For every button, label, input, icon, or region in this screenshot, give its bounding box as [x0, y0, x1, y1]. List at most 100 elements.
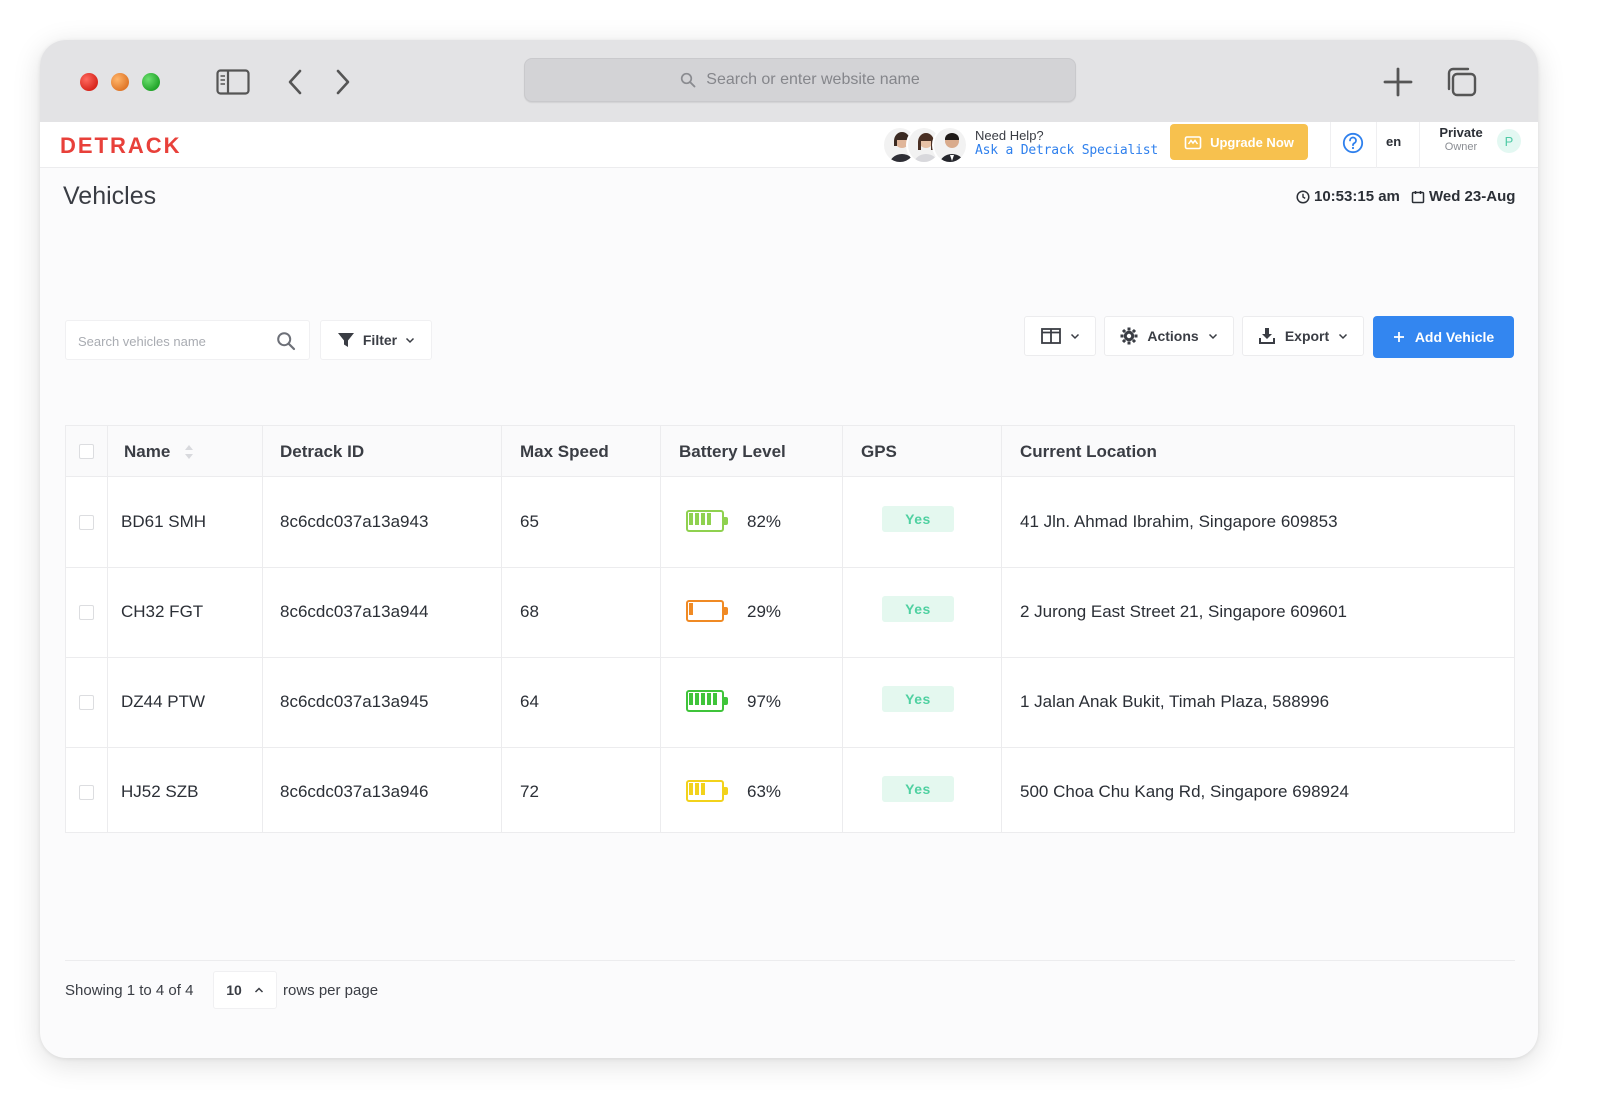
column-header-max-speed[interactable]: Max Speed [520, 442, 609, 462]
column-header-gps[interactable]: GPS [861, 442, 897, 462]
table-header: Name Detrack ID Max Speed Battery Level … [66, 426, 1514, 477]
filter-label: Filter [362, 332, 398, 348]
user-avatar[interactable]: P [1497, 129, 1521, 153]
chevron-down-icon [1070, 333, 1079, 340]
specialist-avatar [932, 126, 968, 164]
chevron-down-icon [406, 337, 415, 344]
table-row[interactable]: BD61 SMH 8c6cdc037a13a943 65 82% Yes 41 … [66, 478, 1514, 568]
user-role: Owner [1444, 141, 1478, 153]
row-checkbox[interactable] [79, 605, 94, 620]
battery-icon [686, 600, 728, 622]
zoom-window-button[interactable] [142, 73, 160, 91]
chevron-up-icon [254, 987, 263, 993]
column-header-name[interactable]: Name [124, 442, 194, 462]
header-divider [1376, 122, 1377, 168]
vehicle-name: CH32 FGT [121, 602, 204, 621]
filter-icon [337, 333, 354, 347]
vehicle-search-input[interactable] [78, 329, 268, 353]
gear-icon [1120, 327, 1138, 345]
battery-segment [689, 783, 693, 795]
max-speed: 65 [520, 512, 539, 531]
current-location: 500 Choa Chu Kang Rd, Singapore 698924 [1020, 782, 1349, 801]
max-speed: 72 [520, 782, 539, 801]
help-circle-icon[interactable] [1342, 132, 1364, 154]
help-question: Need Help? [975, 128, 1044, 143]
battery-icon [686, 780, 728, 802]
add-vehicle-label: Add Vehicle [1414, 329, 1495, 345]
actions-label: Actions [1147, 328, 1199, 344]
columns-icon [1040, 328, 1061, 344]
rows-per-page-label: rows per page [283, 982, 379, 999]
pagination-summary: Showing 1 to 4 of 4 [65, 982, 194, 999]
battery-segment [695, 783, 699, 795]
vehicles-table: Name Detrack ID Max Speed Battery Level … [65, 425, 1515, 833]
battery-segment [689, 693, 693, 705]
clock-icon [1296, 189, 1310, 204]
address-bar[interactable]: Search or enter website name [524, 58, 1076, 102]
row-checkbox[interactable] [79, 695, 94, 710]
battery-segment [701, 693, 705, 705]
search-icon [681, 72, 696, 88]
sidebar-toggle-icon[interactable] [215, 66, 251, 98]
close-window-button[interactable] [80, 73, 98, 91]
export-label: Export [1284, 328, 1330, 344]
filter-button[interactable]: Filter [320, 320, 432, 360]
browser-toolbar: Search or enter website name [40, 40, 1538, 122]
export-button[interactable]: Export [1242, 316, 1364, 356]
header-divider [1419, 122, 1420, 168]
gps-status-badge: Yes [882, 776, 954, 802]
column-header-current-location[interactable]: Current Location [1020, 442, 1157, 462]
browser-window: Search or enter website name DETRACK Nee… [40, 40, 1538, 1058]
table-row[interactable]: CH32 FGT 8c6cdc037a13a944 68 29% Yes 2 J… [66, 568, 1514, 658]
detrack-logo[interactable]: DETRACK [60, 133, 212, 161]
add-vehicle-button[interactable]: Add Vehicle [1373, 316, 1514, 358]
battery-percent: 63% [747, 782, 782, 801]
app-header: DETRACK Need Help? Ask a Detrack Special… [40, 122, 1538, 168]
header-divider [1330, 122, 1331, 168]
actions-button[interactable]: Actions [1104, 316, 1234, 356]
back-icon[interactable] [284, 66, 306, 98]
battery-percent: 29% [747, 602, 782, 621]
vehicle-name: DZ44 PTW [121, 692, 206, 711]
select-all-checkbox[interactable] [79, 444, 94, 459]
user-name: Private [1439, 125, 1483, 140]
plus-icon [1393, 332, 1404, 342]
column-header-battery-level[interactable]: Battery Level [679, 442, 786, 462]
sort-icon[interactable] [184, 443, 194, 461]
battery-icon [686, 690, 728, 712]
battery-segment [707, 693, 711, 705]
search-icon[interactable] [276, 331, 296, 356]
calendar-icon [1411, 190, 1425, 203]
specialist-avatars [882, 126, 968, 164]
detrack-id: 8c6cdc037a13a946 [280, 782, 429, 801]
battery-segment [707, 513, 711, 525]
svg-text:DETRACK: DETRACK [60, 134, 182, 156]
battery-percent: 97% [747, 692, 782, 711]
detrack-id: 8c6cdc037a13a944 [280, 602, 429, 621]
minimize-window-button[interactable] [111, 73, 129, 91]
language-selector[interactable]: en [1386, 134, 1401, 149]
detrack-id: 8c6cdc037a13a945 [280, 692, 429, 711]
column-view-button[interactable] [1024, 316, 1096, 356]
rows-per-page-value: 10 [226, 982, 242, 998]
crown-icon [1184, 136, 1202, 150]
gps-status-badge: Yes [882, 596, 954, 622]
current-location: 1 Jalan Anak Bukit, Timah Plaza, 588996 [1020, 692, 1330, 711]
rows-per-page-select[interactable]: 10 [213, 971, 277, 1009]
column-header-detrack-id[interactable]: Detrack ID [280, 442, 364, 462]
row-checkbox[interactable] [79, 515, 94, 530]
user-menu[interactable]: Private Owner [1432, 126, 1490, 154]
forward-icon[interactable] [332, 66, 354, 98]
tab-overview-icon[interactable] [1443, 66, 1479, 98]
table-row[interactable]: HJ52 SZB 8c6cdc037a13a946 72 63% Yes 500… [66, 748, 1514, 838]
footer-divider [65, 960, 1515, 961]
row-checkbox[interactable] [79, 785, 94, 800]
new-tab-icon[interactable] [1380, 66, 1416, 98]
current-time: 10:53:15 am [1296, 188, 1400, 205]
ask-specialist-link[interactable]: Ask a Detrack Specialist [975, 143, 1158, 158]
table-row[interactable]: DZ44 PTW 8c6cdc037a13a945 64 97% Yes 1 J… [66, 658, 1514, 748]
address-placeholder: Search or enter website name [706, 71, 920, 88]
column-header-label: Name [124, 442, 171, 461]
chevron-down-icon [1208, 333, 1217, 340]
upgrade-now-button[interactable]: Upgrade Now [1170, 124, 1308, 160]
